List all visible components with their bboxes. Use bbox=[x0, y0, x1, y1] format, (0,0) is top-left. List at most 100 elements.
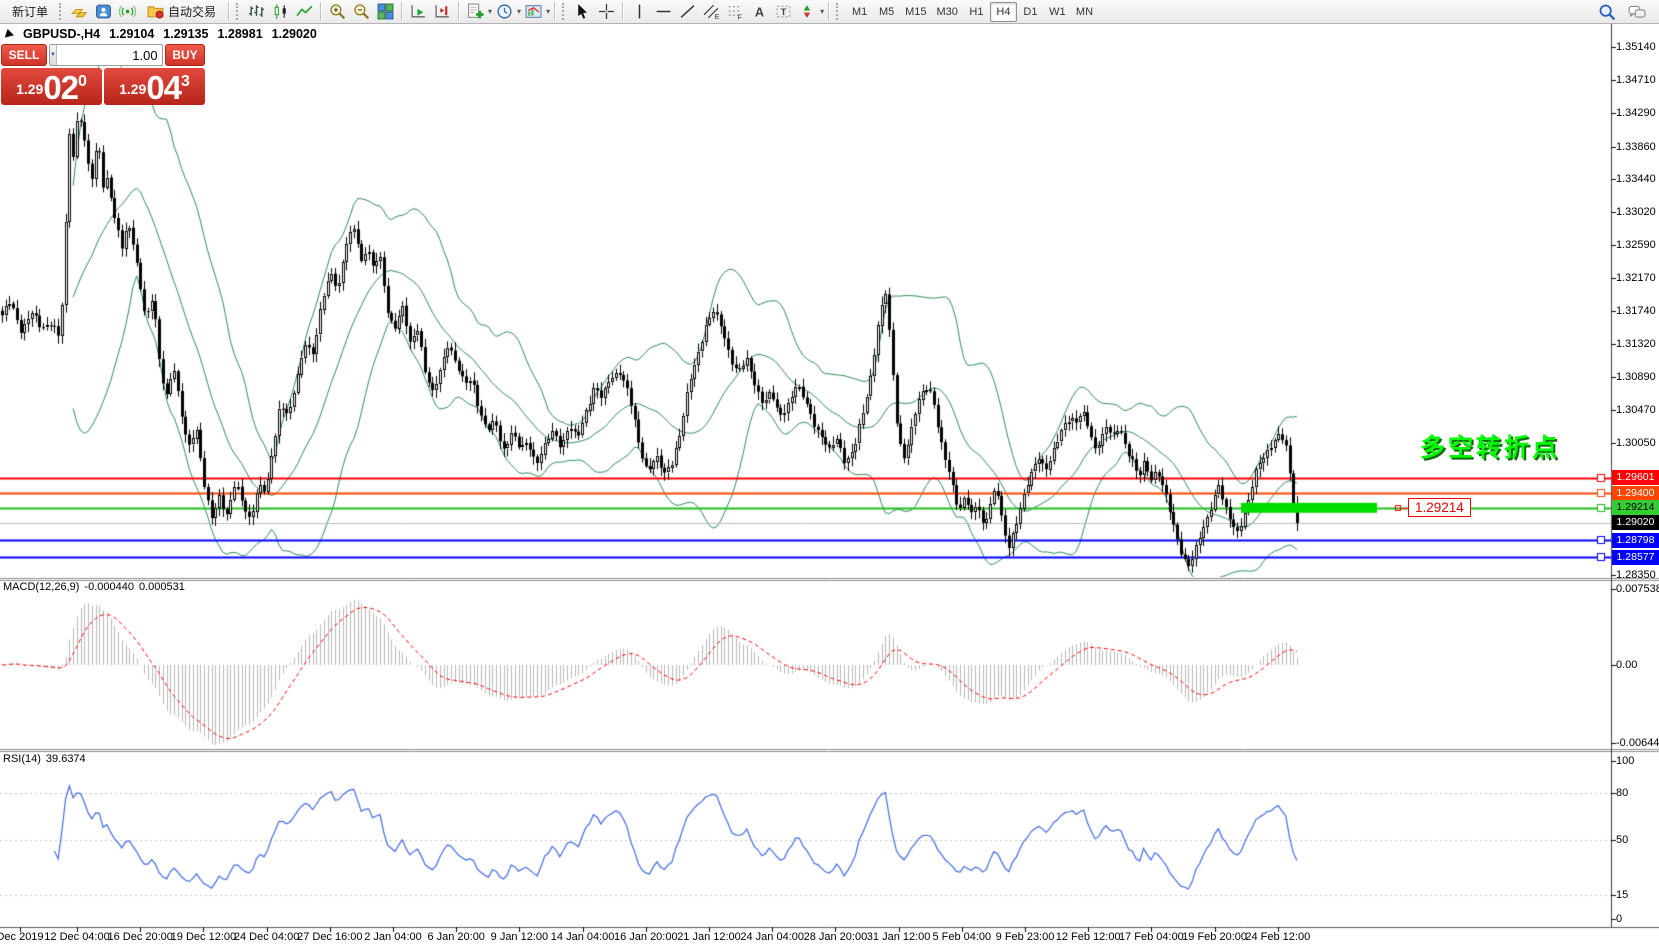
sell-price-pip: 0 bbox=[78, 73, 87, 91]
chevron-down-icon: ▾ bbox=[546, 7, 550, 16]
text-label-icon[interactable]: T bbox=[771, 1, 795, 22]
toolbar-grip[interactable] bbox=[836, 3, 839, 20]
periods-dropdown[interactable]: ▾ bbox=[492, 1, 521, 22]
price-axis-tick: 1.33440 bbox=[1616, 173, 1656, 185]
toolbar-separator bbox=[622, 2, 623, 21]
candlestick-chart-icon[interactable] bbox=[268, 1, 292, 22]
bar-chart-icon[interactable] bbox=[244, 1, 268, 22]
time-axis-label: 17 Feb 04:00 bbox=[1119, 931, 1184, 943]
signals-icon[interactable] bbox=[115, 1, 139, 22]
autotrading-button[interactable]: 自动交易 bbox=[139, 2, 224, 22]
timeframe-M1[interactable]: M1 bbox=[846, 2, 873, 22]
auto-scroll-icon[interactable] bbox=[406, 1, 430, 22]
timeframe-M5[interactable]: M5 bbox=[873, 2, 900, 22]
timeframe-MN[interactable]: MN bbox=[1071, 2, 1098, 22]
gold-bars-icon[interactable] bbox=[67, 1, 91, 22]
arrows-dropdown[interactable]: ▾ bbox=[795, 1, 824, 22]
timeframe-H4[interactable]: H4 bbox=[990, 2, 1017, 22]
price-line-badge: 1.29020 bbox=[1612, 515, 1659, 530]
toolbar-grip[interactable] bbox=[562, 3, 565, 20]
new-order-button[interactable]: 新订单 bbox=[4, 2, 56, 22]
text-icon[interactable]: A bbox=[747, 1, 771, 22]
chart-canvas[interactable] bbox=[0, 24, 1659, 947]
timeframe-M30[interactable]: M30 bbox=[932, 2, 963, 22]
time-axis-label: 9 Jan 12:00 bbox=[491, 931, 549, 943]
timeframe-W1[interactable]: W1 bbox=[1044, 2, 1071, 22]
toolbar-grip[interactable] bbox=[59, 3, 62, 20]
toolbar-separator bbox=[320, 2, 321, 21]
symbol-period: GBPUSD-,H4 bbox=[23, 27, 100, 41]
price-callout-label: 1.29214 bbox=[1408, 498, 1471, 517]
time-axis-label: 14 Jan 04:00 bbox=[551, 931, 615, 943]
zoom-in-icon[interactable] bbox=[325, 1, 349, 22]
autotrading-folder-icon bbox=[147, 2, 164, 22]
zoom-out-icon[interactable] bbox=[349, 1, 373, 22]
macd-main-value: -0.000440 bbox=[84, 581, 134, 593]
svg-text:E: E bbox=[714, 14, 719, 20]
cursor-icon[interactable] bbox=[570, 1, 594, 22]
time-axis-label: 2 Jan 04:00 bbox=[364, 931, 422, 943]
sell-button[interactable]: SELL bbox=[1, 44, 47, 66]
ohlc-low: 1.28981 bbox=[217, 27, 262, 41]
macd-axis-tick: 0.007538 bbox=[1616, 583, 1659, 595]
timeframe-D1[interactable]: D1 bbox=[1017, 2, 1044, 22]
toolbar-separator bbox=[828, 2, 829, 21]
new-chart-dropdown[interactable]: ▾ bbox=[463, 1, 492, 22]
trendline-icon[interactable] bbox=[675, 1, 699, 22]
macd-signal-value: 0.000531 bbox=[139, 581, 185, 593]
buy-price-pip: 3 bbox=[181, 73, 190, 91]
rsi-axis-tick: 0 bbox=[1616, 913, 1622, 925]
timeframe-H1[interactable]: H1 bbox=[963, 2, 990, 22]
chart-shift-icon[interactable] bbox=[430, 1, 454, 22]
sell-price-display[interactable]: 1.29020 bbox=[1, 68, 102, 105]
sell-price-prefix: 1.29 bbox=[16, 74, 43, 104]
time-axis-label: 16 Jan 20:00 bbox=[614, 931, 678, 943]
horizontal-line-icon[interactable] bbox=[651, 1, 675, 22]
buy-price-big: 04 bbox=[146, 71, 181, 104]
price-axis-tick: 1.32170 bbox=[1616, 272, 1656, 284]
time-axis-label: 27 Dec 16:00 bbox=[297, 931, 362, 943]
price-axis-tick: 1.28350 bbox=[1616, 569, 1656, 581]
price-line-badge: 1.29214 bbox=[1612, 500, 1659, 515]
macd-axis-tick: 0.00 bbox=[1616, 659, 1637, 671]
chat-icon[interactable] bbox=[1625, 1, 1649, 22]
price-axis-tick: 1.30050 bbox=[1616, 437, 1656, 449]
templates-icon bbox=[521, 1, 545, 22]
toolbar: 新订单 自动交易 ▾ ▾ ▾ E F bbox=[0, 0, 1659, 24]
time-axis-label: 24 Feb 12:00 bbox=[1245, 931, 1310, 943]
price-line-badge: 1.29601 bbox=[1612, 470, 1659, 485]
vertical-line-icon[interactable] bbox=[627, 1, 651, 22]
volume-spinner: ▼ ▲ bbox=[49, 44, 163, 66]
volume-input[interactable] bbox=[57, 45, 163, 65]
price-line-badge: 1.28798 bbox=[1612, 533, 1659, 548]
toolbar-grip[interactable] bbox=[236, 3, 239, 20]
svg-text:A: A bbox=[754, 4, 763, 19]
price-line-badge: 1.28577 bbox=[1612, 550, 1659, 565]
time-axis-label: 6 Jan 20:00 bbox=[427, 931, 485, 943]
time-axis-label: 21 Jan 12:00 bbox=[677, 931, 741, 943]
time-axis-label: 12 Feb 12:00 bbox=[1056, 931, 1121, 943]
time-axis-label: 19 Dec 12:00 bbox=[171, 931, 236, 943]
buy-button[interactable]: BUY bbox=[165, 44, 205, 66]
time-axis-label: 19 Feb 20:00 bbox=[1182, 931, 1247, 943]
line-chart-icon[interactable] bbox=[292, 1, 316, 22]
macd-name: MACD(12,26,9) bbox=[3, 581, 79, 593]
equidistant-channel-icon[interactable]: E bbox=[699, 1, 723, 22]
search-icon[interactable] bbox=[1595, 1, 1619, 22]
time-axis-label: 31 Jan 12:00 bbox=[867, 931, 931, 943]
templates-dropdown[interactable]: ▾ bbox=[521, 1, 550, 22]
tile-windows-icon[interactable] bbox=[373, 1, 397, 22]
time-axis-label: 12 Dec 04:00 bbox=[44, 931, 109, 943]
svg-text:T: T bbox=[780, 7, 786, 18]
crosshair-icon[interactable] bbox=[594, 1, 618, 22]
rsi-axis-tick: 80 bbox=[1616, 787, 1628, 799]
rsi-axis-tick: 15 bbox=[1616, 889, 1628, 901]
cursor-arrow-icon bbox=[5, 28, 15, 39]
timeframe-M15[interactable]: M15 bbox=[900, 2, 931, 22]
volume-decrease-button[interactable]: ▼ bbox=[50, 45, 57, 65]
navigator-icon[interactable] bbox=[91, 1, 115, 22]
buy-price-display[interactable]: 1.29043 bbox=[104, 68, 205, 105]
time-axis-label: 5 Feb 04:00 bbox=[932, 931, 991, 943]
fibonacci-retracement-icon[interactable]: F bbox=[723, 1, 747, 22]
sell-price-big: 02 bbox=[43, 71, 78, 104]
